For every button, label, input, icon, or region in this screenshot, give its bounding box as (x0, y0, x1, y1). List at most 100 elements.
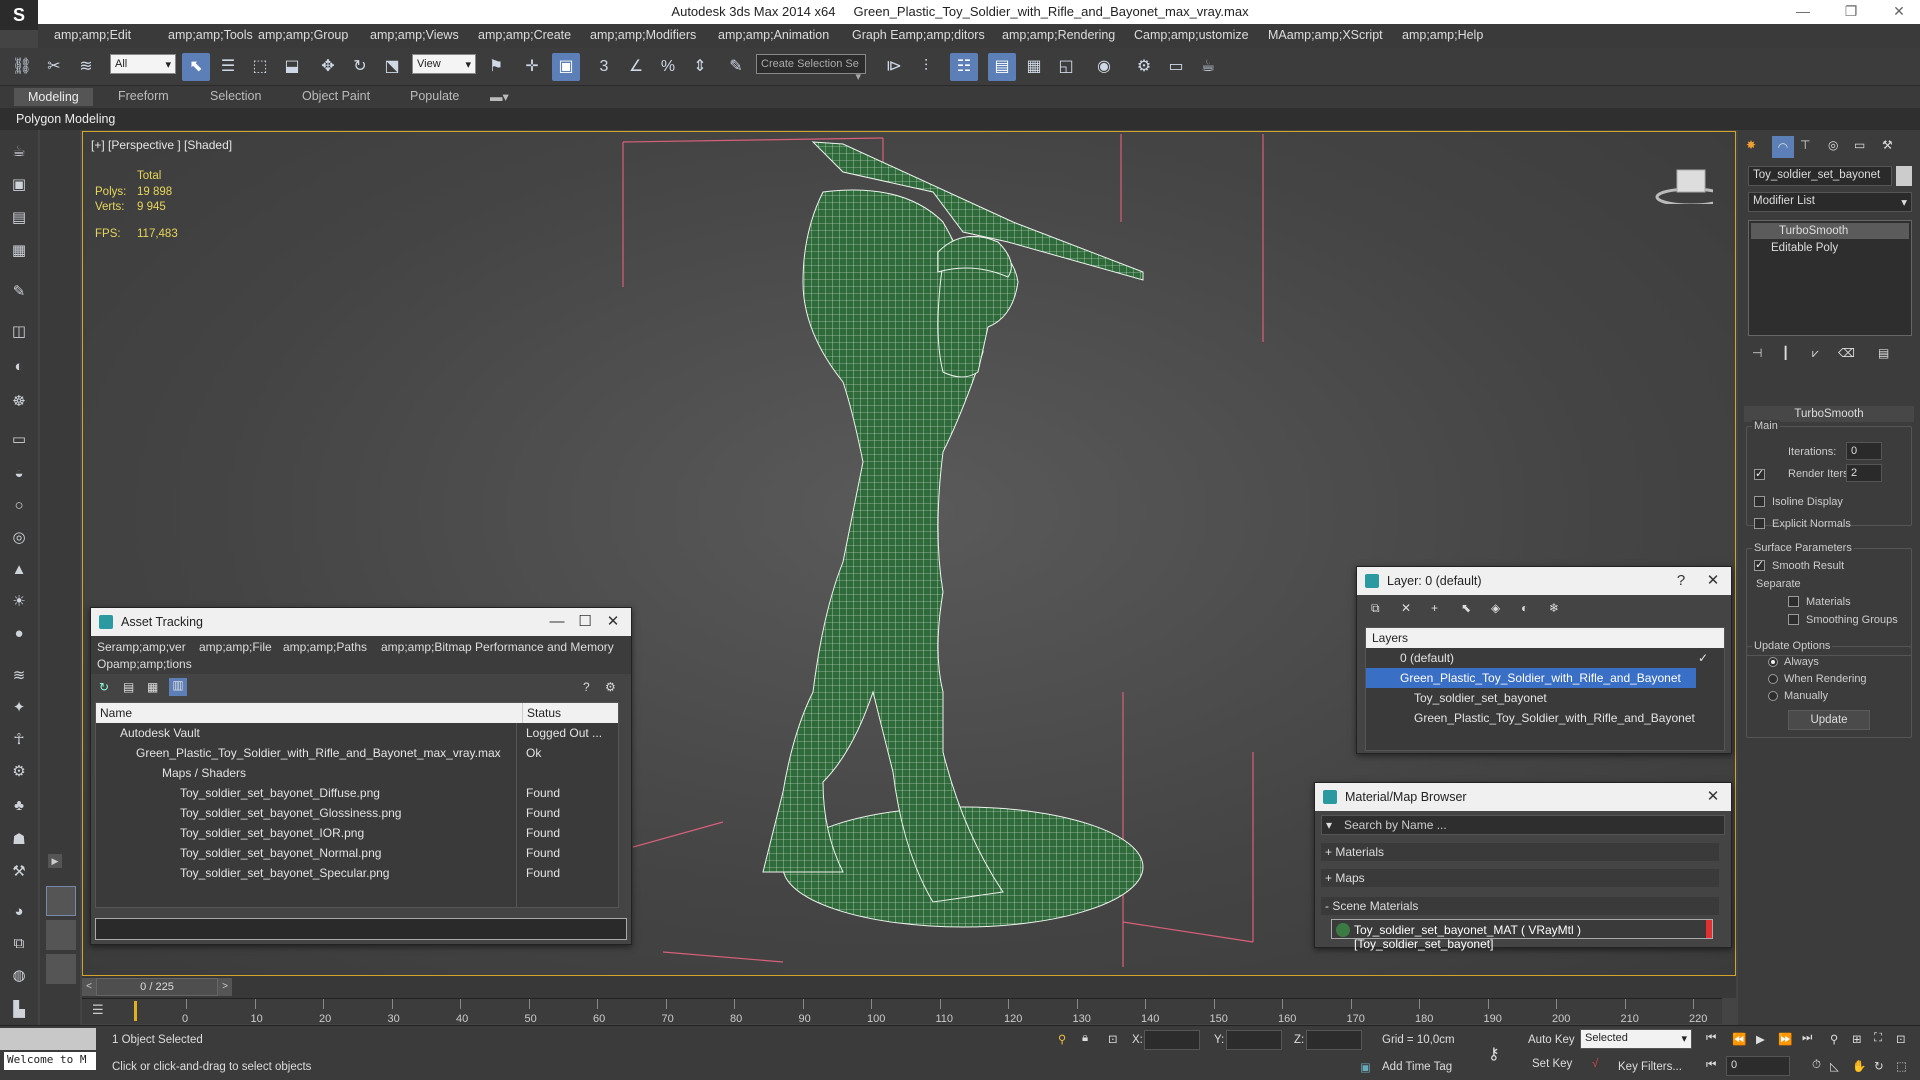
prev-frame-icon[interactable]: < (82, 978, 96, 996)
graphite-toolbar-icon[interactable]: ▦ (1020, 53, 1048, 81)
layer-row-default[interactable]: 0 (default) ✓ (1366, 648, 1724, 668)
tab-selection[interactable]: Selection (210, 89, 261, 103)
globe-icon[interactable]: ◍ (7, 964, 31, 988)
menu-views[interactable]: amp;amp;Views (370, 28, 459, 42)
table-row[interactable]: Toy_soldier_set_bayonet_Diffuse.png Found (96, 783, 616, 803)
zoom-icon[interactable]: ⚲ (1830, 1032, 1838, 1046)
menu-bitmap-performance[interactable]: amp;amp;Bitmap Performance and Memory (381, 640, 614, 654)
tab-modeling[interactable]: Modeling (14, 88, 93, 106)
close-icon[interactable]: ✕ (1699, 783, 1727, 811)
iterations-spinner[interactable]: 0 (1846, 442, 1882, 460)
select-in-layer-icon[interactable]: ⬉ (1461, 601, 1471, 615)
show-end-result-icon[interactable]: ┃ (1782, 346, 1789, 360)
y-coordinate-field[interactable] (1226, 1030, 1282, 1050)
angle-snap-icon[interactable]: ∠ (622, 53, 650, 81)
sun-icon[interactable]: ☀ (7, 590, 31, 614)
time-slider[interactable]: < 0 / 225 > (82, 976, 1736, 998)
rendered-frame-window-icon[interactable]: ▭ (1162, 53, 1190, 81)
key-mode-toggle-icon[interactable]: ⏮ (1706, 1059, 1716, 1072)
layout-quad-icon[interactable] (46, 954, 76, 984)
select-object-icon[interactable]: ⬉ (182, 53, 210, 81)
select-by-name-icon[interactable]: ☰ (214, 53, 242, 81)
object-color-swatch[interactable] (1896, 166, 1912, 186)
isolate-icon[interactable]: ⚲ (1058, 1032, 1066, 1046)
asset-path-field[interactable] (95, 918, 627, 940)
add-time-tag[interactable]: Add Time Tag (1382, 1061, 1452, 1073)
render-iters-spinner[interactable]: 2 (1846, 464, 1882, 482)
torus-icon[interactable]: ◎ (7, 526, 31, 550)
plane-icon[interactable]: ▣ (7, 173, 31, 197)
search-options-icon[interactable]: ▾ (1326, 818, 1332, 832)
stack-item-editable-poly[interactable]: Editable Poly (1751, 240, 1909, 256)
tab-object-paint[interactable]: Object Paint (302, 89, 370, 103)
hide-all-icon[interactable]: ◐ (1521, 601, 1528, 615)
auto-key-button[interactable]: Auto Key (1528, 1034, 1575, 1046)
geosphere-icon[interactable]: ○ (7, 494, 31, 518)
asset-tracking-titlebar[interactable]: Asset Tracking — ☐ ✕ (91, 608, 631, 636)
col-name[interactable]: Name (100, 706, 132, 720)
table-row[interactable]: Toy_soldier_set_bayonet_Specular.png Foun… (96, 863, 616, 883)
delete-layer-icon[interactable]: ✕ (1401, 601, 1411, 615)
window-crossing-icon[interactable]: ⬓ (278, 53, 306, 81)
render-iters-checkbox[interactable] (1754, 467, 1765, 480)
helper-icon[interactable]: ☸ (7, 390, 31, 414)
hair-icon[interactable]: ≋ (7, 664, 31, 688)
maximize-viewport-icon[interactable]: ⬚ (1896, 1059, 1907, 1073)
mirror-icon[interactable]: ⧐ (880, 53, 908, 81)
grid-view-icon[interactable]: ▥ (169, 678, 187, 696)
absolute-mode-icon[interactable]: ⊡ (1108, 1032, 1118, 1046)
move-icon[interactable]: ✥ (314, 53, 342, 81)
track-bar[interactable]: 0 10 20 30 40 50 60 70 80 90 100 110 120 130 140 150 160… (82, 998, 1722, 1025)
set-key-button[interactable]: Set Key (1532, 1058, 1572, 1070)
zoom-extents-icon[interactable]: ⛶ (1874, 1032, 1882, 1045)
menu-graph-editors[interactable]: Graph Eamp;amp;ditors (852, 28, 985, 42)
menu-paths[interactable]: amp;amp;Paths (283, 640, 367, 654)
time-config-icon[interactable]: ⏱ (1812, 1059, 1821, 1072)
soldier-mesh[interactable] (762, 141, 1144, 928)
bind-space-warp-icon[interactable]: ≋ (72, 53, 100, 81)
cone-icon[interactable]: ▲ (7, 558, 31, 582)
pan-icon[interactable]: ✋ (1852, 1059, 1866, 1073)
help-icon[interactable]: ? (583, 680, 590, 694)
list-view-icon[interactable]: ▤ (123, 680, 134, 694)
plant-icon[interactable]: ♣ (7, 794, 31, 818)
layer-row-soldier[interactable]: Green_Plastic_Toy_Soldier_with_Rifle_and… (1366, 668, 1696, 688)
key-set-dropdown[interactable]: Selected ▾ (1580, 1029, 1692, 1049)
menu-customize[interactable]: Camp;amp;ustomize (1134, 28, 1249, 42)
menu-group[interactable]: amp;amp;Group (258, 28, 348, 42)
material-browser-titlebar[interactable]: Material/Map Browser ✕ (1315, 783, 1731, 811)
named-selection-set-dropdown[interactable]: Create Selection Se ▾ (756, 54, 866, 83)
menu-create[interactable]: amp;amp;Create (478, 28, 571, 42)
highlight-layer-icon[interactable]: ◈ (1491, 601, 1500, 615)
add-to-layer-icon[interactable]: + (1431, 601, 1438, 615)
menu-rendering[interactable]: amp;amp;Rendering (1002, 28, 1115, 42)
current-frame-field[interactable]: 0 (1726, 1056, 1790, 1076)
table-row[interactable]: Toy_soldier_set_bayonet_IOR.png Found (96, 823, 616, 843)
isoline-checkbox[interactable] (1754, 496, 1765, 507)
layout-split-icon[interactable] (46, 920, 76, 950)
scene-material-item[interactable]: Toy_soldier_set_bayonet_MAT ( VRayMtl ) … (1331, 919, 1713, 951)
create-tab-icon[interactable]: ✸ (1746, 138, 1756, 152)
materials-checkbox[interactable] (1788, 596, 1799, 607)
new-layer-icon[interactable]: ⧉ (1371, 601, 1380, 616)
layer-row-object[interactable]: Green_Plastic_Toy_Soldier_with_Rifle_and… (1366, 708, 1724, 728)
menu-modifiers[interactable]: amp;amp;Modifiers (590, 28, 696, 42)
wrench-icon[interactable]: ⚒ (7, 860, 31, 884)
go-to-end-icon[interactable]: ⏭ (1802, 1032, 1812, 1045)
maxscript-mini-listener[interactable] (0, 1028, 96, 1050)
grid-icon[interactable]: ▦ (7, 239, 31, 263)
table-row[interactable]: Toy_soldier_set_bayonet_Glossiness.png Fo… (96, 803, 616, 823)
modify-tab-icon[interactable]: ◠ (1772, 136, 1794, 158)
play-icon[interactable]: ▶ (1756, 1032, 1765, 1046)
menu-maxscript[interactable]: MAamp;amp;XScript (1268, 28, 1383, 42)
material-search-field[interactable]: ▾ Search by Name ... (1321, 815, 1725, 835)
object-name-field[interactable]: Toy_soldier_set_bayonet (1748, 166, 1892, 186)
hierarchy-tab-icon[interactable]: ⊤ (1800, 138, 1810, 152)
freeze-all-icon[interactable]: ❄ (1549, 601, 1559, 615)
time-tag-icon[interactable]: ▣ (1360, 1060, 1371, 1074)
selection-filter-dropdown[interactable]: All ▾ (110, 54, 176, 74)
go-to-start-icon[interactable]: ⏮ (1706, 1032, 1716, 1045)
scene-icon[interactable]: ▙ (7, 998, 31, 1022)
manually-radio[interactable] (1768, 691, 1778, 701)
z-coordinate-field[interactable] (1306, 1030, 1362, 1050)
